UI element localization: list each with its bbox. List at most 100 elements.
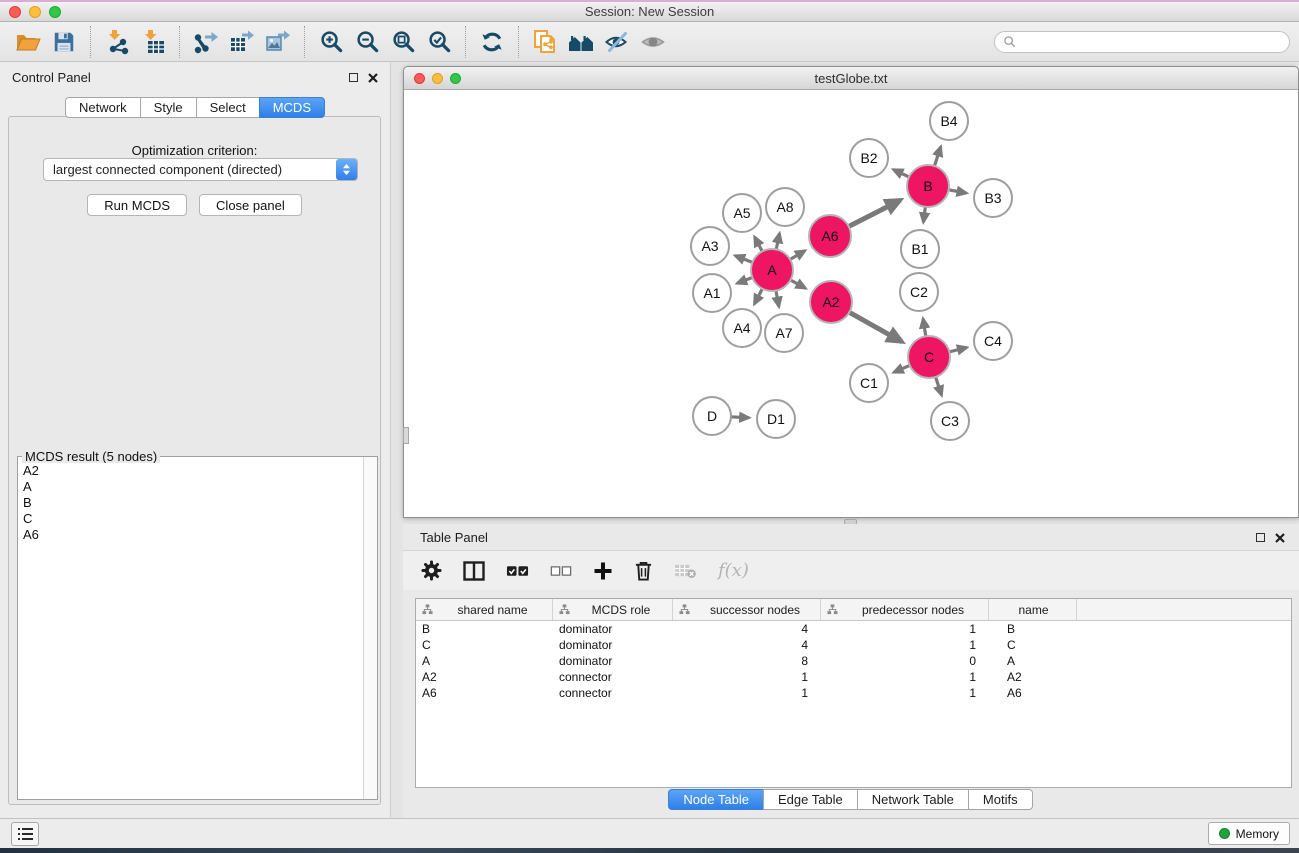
- export-network-button[interactable]: [188, 25, 224, 59]
- close-panel-icon[interactable]: [368, 73, 378, 83]
- tab-node-table[interactable]: Node Table: [668, 789, 764, 810]
- control-panel-title: Control Panel: [12, 70, 91, 85]
- search-input[interactable]: [1016, 35, 1281, 49]
- graph-node-A8[interactable]: [766, 188, 804, 226]
- unselect-all-columns-button[interactable]: [550, 564, 572, 578]
- graph-node-A1[interactable]: [693, 274, 731, 312]
- create-column-button[interactable]: [593, 561, 613, 581]
- graph-node-A6[interactable]: [809, 215, 851, 257]
- tab-style[interactable]: Style: [140, 97, 197, 118]
- graph-node-D[interactable]: [693, 397, 731, 435]
- duplicate-network-button[interactable]: [527, 25, 563, 59]
- cell-mcds_role: dominator: [553, 638, 673, 652]
- mcds-result-item-c[interactable]: C: [19, 511, 362, 527]
- zoom-out-button[interactable]: [349, 25, 385, 59]
- graph-node-C3[interactable]: [931, 402, 969, 440]
- hide-selected-button[interactable]: [599, 25, 635, 59]
- close-table-panel-icon[interactable]: [1275, 533, 1285, 543]
- select-all-columns-button[interactable]: [506, 564, 529, 578]
- tab-motifs[interactable]: Motifs: [968, 789, 1033, 810]
- show-all-networks-button[interactable]: [563, 25, 599, 59]
- control-panel: Control Panel NetworkStyleSelectMCDS Opt…: [0, 62, 391, 818]
- zoom-in-icon: [319, 29, 344, 54]
- status-bar: Memory: [0, 818, 1299, 848]
- save-session-button[interactable]: [46, 25, 82, 59]
- run-mcds-button[interactable]: Run MCDS: [87, 194, 187, 216]
- column-header-name[interactable]: name: [989, 599, 1077, 620]
- table-settings-button[interactable]: [421, 560, 442, 581]
- table-row-a2[interactable]: A2connector11A2: [416, 669, 1291, 685]
- import-network-button[interactable]: [99, 25, 135, 59]
- table-row-b[interactable]: Bdominator41B: [416, 621, 1291, 637]
- import-table-button[interactable]: [135, 25, 171, 59]
- float-table-panel-icon[interactable]: [1256, 533, 1265, 542]
- graph-node-A[interactable]: [751, 249, 793, 291]
- tab-edge-table[interactable]: Edge Table: [763, 789, 858, 810]
- network-window-titlebar[interactable]: testGlobe.txt: [404, 67, 1298, 90]
- tab-mcds[interactable]: MCDS: [259, 97, 325, 118]
- import-table-icon: [140, 29, 166, 55]
- graph-node-D1[interactable]: [757, 400, 795, 438]
- gear-icon: [421, 560, 442, 581]
- toolbar-separator: [179, 26, 180, 58]
- mcds-result-item-a2[interactable]: A2: [19, 463, 362, 479]
- optimization-criterion-label: Optimization criterion:: [9, 143, 380, 158]
- graph-node-A7[interactable]: [765, 314, 803, 352]
- desktop-edge-bottom: [0, 848, 1299, 853]
- close-panel-button[interactable]: Close panel: [199, 194, 302, 216]
- column-header-predecessor-nodes[interactable]: predecessor nodes: [821, 599, 989, 620]
- mcds-result-item-b[interactable]: B: [19, 495, 362, 511]
- graph-node-B[interactable]: [907, 165, 949, 207]
- cell-successor_nodes: 4: [673, 638, 821, 652]
- graph-node-B1[interactable]: [901, 230, 939, 268]
- node-table: shared nameMCDS rolesuccessor nodesprede…: [415, 598, 1292, 788]
- graph-node-C2[interactable]: [900, 273, 938, 311]
- show-selected-button[interactable]: [635, 25, 671, 59]
- tab-network[interactable]: Network: [65, 97, 141, 118]
- mcds-result-item-a[interactable]: A: [19, 479, 362, 495]
- optimization-criterion-dropdown[interactable]: largest connected component (directed): [43, 158, 358, 181]
- open-session-button[interactable]: [10, 25, 46, 59]
- canvas-scroll-handle[interactable]: [403, 427, 409, 444]
- refresh-button[interactable]: [474, 25, 510, 59]
- graph-node-C[interactable]: [908, 336, 950, 378]
- graph-node-A5[interactable]: [723, 194, 761, 232]
- graph-node-C1[interactable]: [850, 364, 888, 402]
- graph-node-B4[interactable]: [930, 102, 968, 140]
- toolbar-separator: [465, 26, 466, 58]
- float-panel-icon[interactable]: [349, 73, 358, 82]
- zoom-fit-button[interactable]: [385, 25, 421, 59]
- network-graph: AA1A2A3A4A5A6A7A8BB1B2B3B4CC1C2C3C4DD1: [404, 90, 1298, 517]
- mcds-result-item-a6[interactable]: A6: [19, 527, 362, 543]
- graph-node-B3[interactable]: [974, 179, 1012, 217]
- graph-node-A2[interactable]: [810, 281, 852, 323]
- export-table-button[interactable]: [224, 25, 260, 59]
- table-row-a[interactable]: Adominator80A: [416, 653, 1291, 669]
- column-header-mcds-role[interactable]: MCDS role: [553, 599, 673, 620]
- task-history-button[interactable]: [11, 822, 39, 846]
- column-header-shared-name[interactable]: shared name: [416, 599, 553, 620]
- zoom-in-button[interactable]: [313, 25, 349, 59]
- graph-node-C4[interactable]: [974, 322, 1012, 360]
- show-column-button[interactable]: [463, 561, 485, 581]
- cell-name: A2: [989, 670, 1077, 684]
- cell-shared_name: C: [416, 638, 553, 652]
- table-row-c[interactable]: Cdominator41C: [416, 637, 1291, 653]
- graph-node-B2[interactable]: [850, 139, 888, 177]
- tab-select[interactable]: Select: [196, 97, 260, 118]
- delete-column-button[interactable]: [634, 560, 653, 581]
- app-titlebar: Session: New Session: [0, 2, 1299, 22]
- tab-network-table[interactable]: Network Table: [857, 789, 969, 810]
- cell-predecessor_nodes: 0: [821, 654, 989, 668]
- export-network-icon: [193, 29, 219, 55]
- mcds-result-scrollbar[interactable]: [363, 457, 377, 799]
- table-row-a6[interactable]: A6connector11A6: [416, 685, 1291, 701]
- network-canvas[interactable]: AA1A2A3A4A5A6A7A8BB1B2B3B4CC1C2C3C4DD1: [404, 90, 1298, 517]
- column-header-successor-nodes[interactable]: successor nodes: [673, 599, 821, 620]
- graph-node-A3[interactable]: [691, 227, 729, 265]
- zoom-selected-button[interactable]: [421, 25, 457, 59]
- memory-button[interactable]: Memory: [1208, 822, 1290, 845]
- cell-successor_nodes: 4: [673, 622, 821, 636]
- graph-node-A4[interactable]: [723, 309, 761, 347]
- export-image-button[interactable]: [260, 25, 296, 59]
